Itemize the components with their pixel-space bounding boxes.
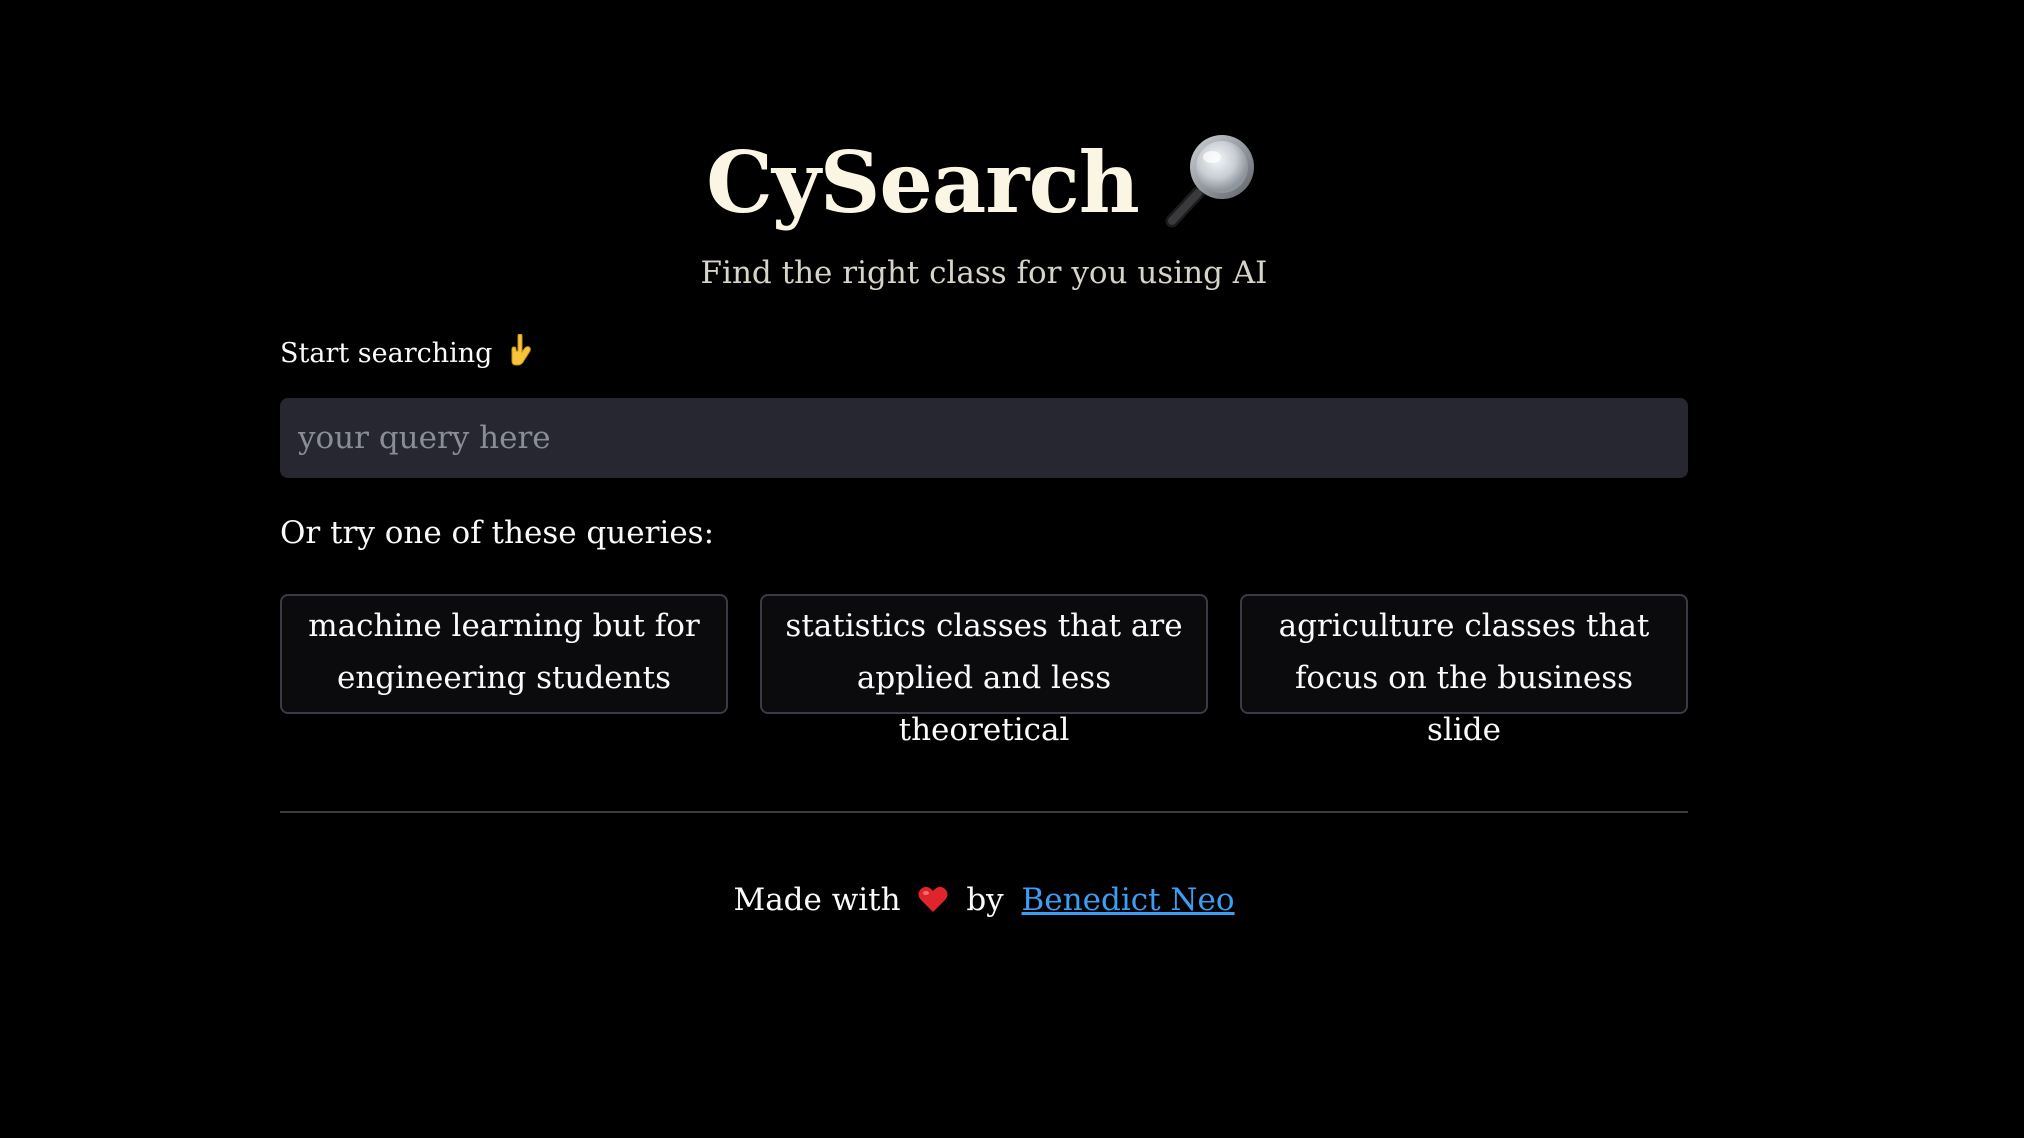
suggestions-label: Or try one of these queries:	[280, 515, 715, 551]
footer: Made with by Benedict Neo	[280, 876, 1688, 924]
suggestion-button-machine-learning[interactable]: machine learning but for engineering stu…	[280, 594, 728, 714]
search-label-row: Start searching	[280, 333, 535, 374]
divider	[280, 811, 1688, 813]
suggestion-button-agriculture[interactable]: agriculture classes that focus on the bu…	[1240, 594, 1688, 748]
footer-prefix: Made with	[733, 882, 901, 918]
footer-by: by	[966, 882, 1004, 918]
magnifying-glass-icon	[1162, 129, 1262, 229]
suggestion-button-statistics[interactable]: statistics classes that are applied and …	[760, 594, 1208, 748]
page-subtitle: Find the right class for you using AI	[700, 255, 1268, 291]
pointing-down-icon	[509, 333, 535, 366]
search-label: Start searching	[280, 338, 493, 369]
heart-icon	[918, 879, 948, 912]
search-input[interactable]	[280, 398, 1688, 478]
title-row: CySearch	[280, 128, 1688, 238]
author-link[interactable]: Benedict Neo	[1022, 882, 1235, 918]
page-title: CySearch	[706, 133, 1140, 232]
